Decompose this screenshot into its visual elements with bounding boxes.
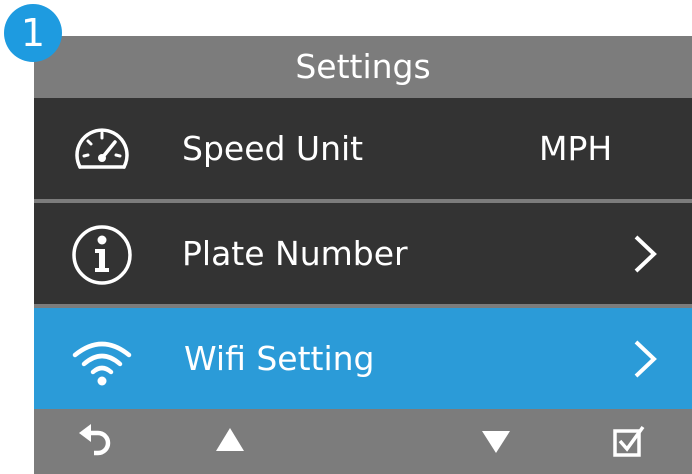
info-icon	[72, 225, 132, 285]
chevron-right-icon	[634, 340, 657, 378]
step-number-badge: 1	[4, 4, 62, 62]
confirm-icon[interactable]	[609, 423, 649, 461]
menu-item-label: Wifi Setting	[184, 339, 375, 378]
back-icon[interactable]	[76, 423, 116, 461]
screen-title: Settings	[295, 47, 431, 86]
button-bar	[34, 409, 692, 474]
down-arrow-icon[interactable]	[476, 423, 516, 461]
speed-unit-value: MPH	[539, 129, 613, 168]
up-arrow-icon[interactable]	[210, 423, 250, 461]
menu-item-label: Speed Unit	[182, 129, 364, 168]
menu-item-speed-unit[interactable]: Speed Unit MPH	[34, 98, 692, 199]
chevron-right-icon	[634, 235, 657, 273]
menu-item-plate-number[interactable]: Plate Number	[34, 203, 692, 304]
menu-item-label: Plate Number	[182, 234, 408, 273]
settings-screen: Settings Speed Unit MPH Plate Number Wif…	[34, 36, 692, 474]
menu-item-wifi-setting[interactable]: Wifi Setting	[34, 308, 692, 409]
speedometer-icon	[75, 128, 129, 169]
wifi-icon	[72, 341, 132, 386]
